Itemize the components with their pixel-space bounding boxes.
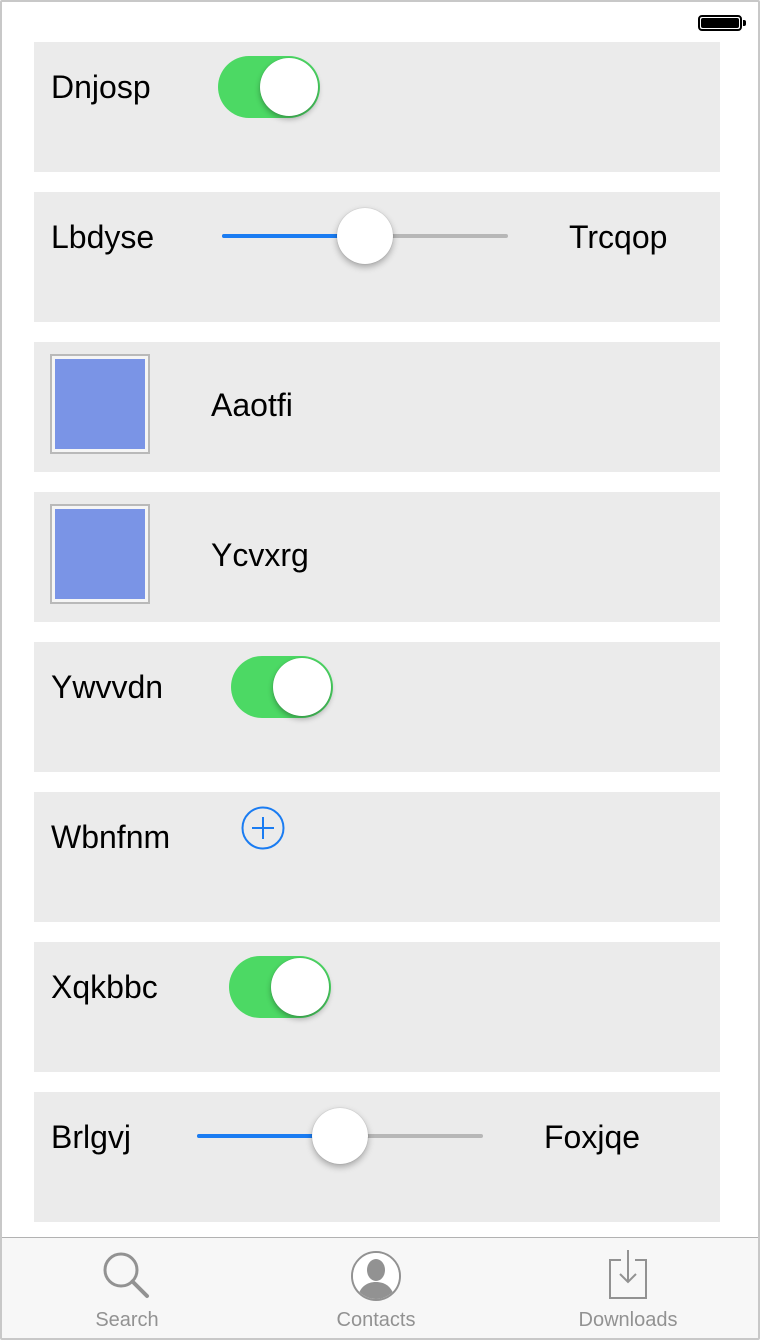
slider-control[interactable] xyxy=(197,1106,483,1166)
slider-thumb[interactable] xyxy=(312,1108,368,1164)
slider-left-label: Lbdyse xyxy=(51,219,155,255)
settings-list: Dnjosp Lbdyse Trcqop Aaotfi Ycvxrg Ywvvd… xyxy=(34,42,720,1242)
toggle-knob xyxy=(260,58,318,116)
slider-control[interactable] xyxy=(222,206,508,266)
plus-circle-icon[interactable] xyxy=(241,806,285,850)
row-image-ycvxrg: Ycvxrg xyxy=(34,492,720,622)
row-label: Wbnfnm xyxy=(51,819,171,855)
app-screen: Dnjosp Lbdyse Trcqop Aaotfi Ycvxrg Ywvvd… xyxy=(0,0,760,1340)
row-slider-brlgvj: Brlgvj Foxjqe xyxy=(34,1092,720,1222)
toggle-switch[interactable] xyxy=(231,656,333,718)
tab-bar: Search Contacts Downloads xyxy=(2,1237,758,1338)
download-icon xyxy=(609,1250,647,1299)
row-label: Dnjosp xyxy=(51,69,151,105)
image-row-label: Ycvxrg xyxy=(211,537,309,573)
row-toggle-xqkbbc: Xqkbbc xyxy=(34,942,720,1072)
row-slider-lbdyse: Lbdyse Trcqop xyxy=(34,192,720,322)
tab-search[interactable]: Search xyxy=(47,1238,207,1338)
search-icon xyxy=(103,1252,149,1298)
toggle-knob xyxy=(271,958,329,1016)
row-toggle-dnjosp: Dnjosp xyxy=(34,42,720,172)
row-add-wbnfnm: Wbnfnm xyxy=(34,792,720,922)
image-swatch xyxy=(55,509,145,599)
tab-label: Contacts xyxy=(336,1309,416,1331)
toggle-knob xyxy=(273,658,331,716)
slider-right-label: Trcqop xyxy=(569,219,668,255)
tab-downloads[interactable]: Downloads xyxy=(548,1238,708,1338)
tab-label: Search xyxy=(95,1309,159,1331)
row-image-aaotfi: Aaotfi xyxy=(34,342,720,472)
toggle-switch[interactable] xyxy=(218,56,320,118)
tab-label: Downloads xyxy=(578,1309,678,1331)
thumbnail-image[interactable] xyxy=(50,504,150,604)
thumbnail-image[interactable] xyxy=(50,354,150,454)
slider-thumb[interactable] xyxy=(337,208,393,264)
image-swatch xyxy=(55,359,145,449)
image-row-label: Aaotfi xyxy=(211,387,293,423)
contact-icon xyxy=(351,1251,401,1301)
slider-right-label: Foxjqe xyxy=(544,1119,641,1155)
row-toggle-ywvvdn: Ywvvdn xyxy=(34,642,720,772)
status-bar xyxy=(2,2,758,42)
tab-contacts[interactable]: Contacts xyxy=(296,1238,456,1338)
slider-left-label: Brlgvj xyxy=(51,1119,132,1155)
toggle-switch[interactable] xyxy=(229,956,331,1018)
battery-full-icon xyxy=(698,15,746,31)
row-label: Xqkbbc xyxy=(51,969,158,1005)
row-label: Ywvvdn xyxy=(51,669,164,705)
